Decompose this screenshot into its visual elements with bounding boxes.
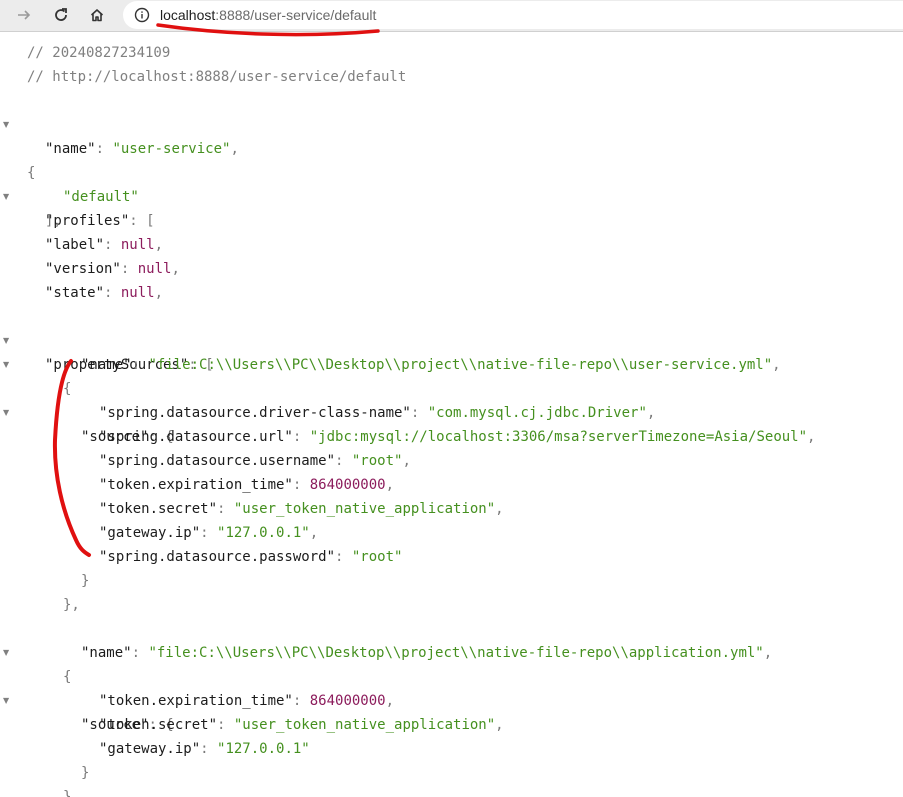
- json-key: "token.expiration_time": [99, 477, 293, 493]
- url-comment: // http://localhost:8888/user-service/de…: [27, 69, 407, 85]
- address-bar[interactable]: localhost:8888/user-service/default: [123, 1, 903, 29]
- json-string-value: "root": [351, 453, 403, 469]
- fold-toggle-icon[interactable]: ▼: [3, 353, 9, 377]
- json-key: "token.expiration_time": [99, 693, 293, 709]
- json-null-value: null: [137, 261, 172, 277]
- json-string-value: "com.mysql.cj.jdbc.Driver": [427, 405, 647, 421]
- url-host: localhost: [160, 7, 216, 23]
- url-path: :8888/user-service/default: [215, 7, 377, 23]
- json-string-value: "root": [351, 549, 403, 565]
- json-key: "gateway.ip": [99, 741, 201, 757]
- arrow-right-icon: [18, 10, 31, 20]
- json-string-value: "127.0.0.1": [217, 741, 310, 757]
- json-array-close: ],: [45, 213, 62, 229]
- forward-button[interactable]: [11, 3, 37, 27]
- json-line-label: "label": null,: [45, 237, 164, 253]
- info-icon[interactable]: [134, 7, 150, 23]
- source-entry: "spring.datasource.password": "root": [99, 549, 403, 565]
- browser-toolbar: localhost:8888/user-service/default: [0, 0, 903, 32]
- json-string-value: "default": [63, 189, 139, 205]
- json-key: "name": [81, 645, 132, 661]
- json-key: "spring.datasource.password": [99, 549, 336, 565]
- json-key: "state": [45, 285, 105, 301]
- fold-toggle-icon[interactable]: ▼: [3, 641, 9, 665]
- source-entry: "gateway.ip": "127.0.0.1": [99, 741, 310, 757]
- json-object-close: }: [63, 789, 72, 797]
- source-entry: "spring.datasource.username": "root",: [99, 453, 411, 469]
- json-object-open: ▼ {: [0, 329, 71, 397]
- json-key: "gateway.ip": [99, 525, 201, 541]
- json-key: "name": [81, 357, 132, 373]
- json-line-propertySources: ▼ "propertySources": [: [0, 305, 214, 373]
- fold-toggle-icon[interactable]: ▼: [3, 185, 9, 209]
- fold-toggle-icon[interactable]: ▼: [3, 113, 9, 137]
- source-entry: "token.expiration_time": 864000000,: [99, 477, 395, 493]
- json-line-version: "version": null,: [45, 261, 180, 277]
- url-text[interactable]: localhost:8888/user-service/default: [160, 6, 376, 24]
- source-entry: "token.secret": "user_token_native_appli…: [99, 501, 504, 517]
- ps1-source-line: ▼ "source": {: [0, 665, 174, 733]
- json-key: "spring.datasource.driver-class-name": [99, 405, 411, 421]
- ps1-name-line: "name": "file:C:\\Users\\PC\\Desktop\\pr…: [81, 645, 773, 661]
- json-root-open: ▼ {: [0, 113, 35, 181]
- home-button[interactable]: [84, 3, 110, 27]
- json-object-close: },: [63, 597, 80, 613]
- json-key: "version": [45, 261, 121, 277]
- json-string-value: "user-service": [112, 141, 231, 157]
- json-line-state: "state": null,: [45, 285, 164, 301]
- json-string-value: "jdbc:mysql://localhost:3306/msa?serverT…: [309, 429, 808, 445]
- json-key: "spring.datasource.url": [99, 429, 293, 445]
- json-key: "label": [45, 237, 105, 253]
- json-string-value: "file:C:\\Users\\PC\\Desktop\\project\\n…: [148, 357, 773, 373]
- json-number-value: 864000000: [309, 477, 386, 493]
- json-line-profiles: ▼ "profiles": [: [0, 161, 155, 229]
- source-entry: "gateway.ip": "127.0.0.1",: [99, 525, 319, 541]
- home-icon: [90, 9, 104, 22]
- json-object-close: }: [81, 765, 90, 781]
- reload-button[interactable]: [48, 3, 74, 27]
- json-key: "token.secret": [99, 717, 218, 733]
- json-key: "spring.datasource.username": [99, 453, 336, 469]
- json-key: "token.secret": [99, 501, 218, 517]
- json-object-close: }: [81, 573, 90, 589]
- fold-toggle-icon[interactable]: ▼: [3, 689, 9, 713]
- json-line-profile-item: "default": [63, 185, 139, 209]
- source-entry: "token.expiration_time": 864000000,: [99, 693, 395, 709]
- source-entry: "token.secret": "user_token_native_appli…: [99, 717, 504, 733]
- reload-icon: [55, 8, 67, 21]
- json-string-value: "file:C:\\Users\\PC\\Desktop\\project\\n…: [148, 645, 764, 661]
- json-null-value: null: [120, 237, 155, 253]
- json-viewer: // 20240827234109 // http://localhost:88…: [0, 31, 903, 797]
- json-null-value: null: [120, 285, 155, 301]
- fold-toggle-icon[interactable]: ▼: [3, 401, 9, 425]
- json-key: "name": [45, 141, 96, 157]
- json-string-value: "user_token_native_application": [233, 501, 496, 517]
- source-entry: "spring.datasource.driver-class-name": "…: [99, 405, 656, 421]
- source-entry: "spring.datasource.url": "jdbc:mysql://l…: [99, 429, 816, 445]
- json-object-open: ▼ {: [0, 617, 71, 685]
- ps0-name-line: "name": "file:C:\\Users\\PC\\Desktop\\pr…: [81, 357, 781, 373]
- json-string-value: "user_token_native_application": [233, 717, 496, 733]
- ps0-source-line: ▼ "source": {: [0, 377, 174, 445]
- json-line-name: "name": "user-service",: [45, 141, 239, 157]
- json-number-value: 864000000: [309, 693, 386, 709]
- json-string-value: "127.0.0.1": [217, 525, 310, 541]
- timestamp-comment: // 20240827234109: [27, 45, 171, 61]
